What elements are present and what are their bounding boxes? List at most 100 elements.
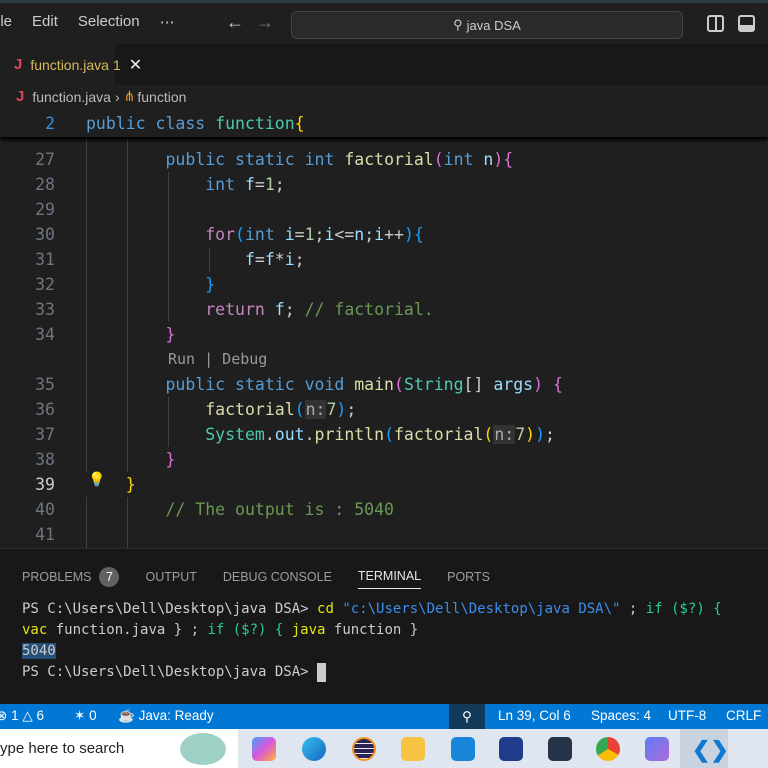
code-text: for(int i=1;i<=n;i++){ xyxy=(86,222,424,247)
code-token: = xyxy=(254,250,265,269)
code-token: <= xyxy=(334,225,355,244)
tab-problems[interactable]: PROBLEMS 7 xyxy=(22,566,120,587)
code-line[interactable]: 32 } xyxy=(0,272,768,297)
file-explorer-icon[interactable] xyxy=(401,737,425,761)
broadcast-icon: ✶ xyxy=(74,708,86,723)
code-token: * xyxy=(274,250,285,269)
code-token: ) xyxy=(533,375,553,394)
cursor-position[interactable]: Ln 39, Col 6 xyxy=(498,708,571,723)
store-icon[interactable] xyxy=(499,737,523,761)
code-editor[interactable]: 2 public class function{ Run | Debug 💡 27… xyxy=(0,0,768,548)
code-line[interactable]: 38 } xyxy=(0,447,768,472)
line-number: 31 xyxy=(35,250,55,269)
eclipse-icon[interactable] xyxy=(352,737,376,761)
code-line[interactable]: 29 xyxy=(0,197,768,222)
java-status[interactable]: ☕ Java: Ready xyxy=(118,708,214,724)
code-token: } xyxy=(165,450,176,469)
code-token: 7 xyxy=(515,425,526,444)
zoom-out-icon[interactable]: ⚲ xyxy=(449,704,485,729)
code-token: 7 xyxy=(326,400,337,419)
code-line[interactable]: 34 } xyxy=(0,322,768,347)
code-token: ( xyxy=(294,400,305,419)
code-token: int xyxy=(304,150,345,169)
terminal-line: 5040 xyxy=(22,641,722,662)
line-number: 38 xyxy=(35,450,55,469)
code-token: ; xyxy=(284,300,305,319)
tab-debug-console[interactable]: DEBUG CONSOLE xyxy=(223,570,332,584)
code-text: } xyxy=(86,272,215,297)
monitor-app-icon[interactable] xyxy=(548,737,572,761)
code-token: ++ xyxy=(384,225,404,244)
code-text: factorial(n:7); xyxy=(86,397,356,422)
code-line[interactable]: 35 public static void main(String[] args… xyxy=(0,372,768,397)
m365-icon[interactable] xyxy=(645,737,669,761)
code-token: for xyxy=(205,225,236,244)
prompt: PS C:\Users\Dell\Desktop\java DSA> xyxy=(22,601,318,617)
tab-ports[interactable]: PORTS xyxy=(447,570,490,584)
code-line[interactable]: 30 for(int i=1;i<=n;i++){ xyxy=(0,222,768,247)
code-token: function xyxy=(215,114,295,133)
code-text: System.out.println(factorial(n:7)); xyxy=(86,422,555,447)
chrome-icon[interactable] xyxy=(596,737,620,761)
ports-status[interactable]: ✶ 0 xyxy=(74,708,97,724)
problems-status[interactable]: ⊗ 1 △ 6 xyxy=(0,708,44,724)
copilot-icon[interactable] xyxy=(252,737,276,761)
end-of-line[interactable]: CRLF xyxy=(726,708,761,723)
code-token: public xyxy=(86,114,156,133)
terminal-line: PS C:\Users\Dell\Desktop\java DSA> xyxy=(22,662,722,683)
code-token: [] xyxy=(463,375,494,394)
code-token: static xyxy=(235,150,305,169)
code-line[interactable]: 31 f=f*i; xyxy=(0,247,768,272)
terminal-line: vac function.java } ; if ($?) { java fun… xyxy=(22,620,722,641)
code-token: ; xyxy=(314,225,325,244)
code-token: { xyxy=(413,225,424,244)
line-number: 41 xyxy=(35,525,55,544)
tab-terminal[interactable]: TERMINAL xyxy=(357,569,422,589)
code-line[interactable]: 40 // The output is : 5040 xyxy=(0,497,768,522)
warning-count: 6 xyxy=(36,708,44,723)
line-number: 36 xyxy=(35,400,55,419)
code-token: ( xyxy=(433,150,444,169)
code-token: void xyxy=(304,375,355,394)
code-token: ( xyxy=(384,425,394,444)
tab-output[interactable]: OUTPUT xyxy=(145,570,196,584)
code-token: ; xyxy=(545,425,555,444)
tab-label: PROBLEMS xyxy=(22,569,92,584)
code-text: int f=1; xyxy=(86,172,285,197)
code-line[interactable]: 37 System.out.println(factorial(n:7)); xyxy=(0,422,768,447)
code-token: 1 xyxy=(304,225,315,244)
code-text: public static void main(String[] args) { xyxy=(86,372,562,397)
cmd-arg: function.java } ; xyxy=(47,622,208,638)
code-line[interactable]: 28 int f=1; xyxy=(0,172,768,197)
code-token: ; xyxy=(274,175,285,194)
indentation[interactable]: Spaces: 4 xyxy=(591,708,651,723)
cmd-if: if ($?) { xyxy=(207,622,292,638)
code-line[interactable]: 36 factorial(n:7); xyxy=(0,397,768,422)
vscode-taskbar-button[interactable]: ❮❯ xyxy=(680,729,729,768)
code-line[interactable]: 27 public static int factorial(int n){ xyxy=(0,147,768,172)
encoding[interactable]: UTF-8 xyxy=(668,708,706,723)
code-token: return xyxy=(205,300,275,319)
code-token: int xyxy=(443,150,484,169)
taskbar-search[interactable]: ype here to search xyxy=(0,729,238,768)
code-line[interactable]: 41 xyxy=(0,522,768,547)
code-line[interactable]: 39 } xyxy=(0,472,768,497)
code-token: { xyxy=(294,114,305,133)
code-token: main xyxy=(354,375,394,394)
mail-icon[interactable] xyxy=(451,737,475,761)
code-token: n: xyxy=(304,400,327,419)
sticky-scroll-line[interactable]: 2 public class function{ xyxy=(0,110,768,137)
coffee-icon: ☕ xyxy=(118,708,135,723)
error-count: 1 xyxy=(11,708,19,723)
vscode-icon: ❮❯ xyxy=(692,737,729,762)
edge-icon[interactable] xyxy=(302,737,326,761)
code-line[interactable]: 33 return f; // factorial. xyxy=(0,297,768,322)
terminal-output[interactable]: PS C:\Users\Dell\Desktop\java DSA> cd "c… xyxy=(22,599,722,683)
codelens-run-debug[interactable]: Run | Debug xyxy=(168,350,267,368)
